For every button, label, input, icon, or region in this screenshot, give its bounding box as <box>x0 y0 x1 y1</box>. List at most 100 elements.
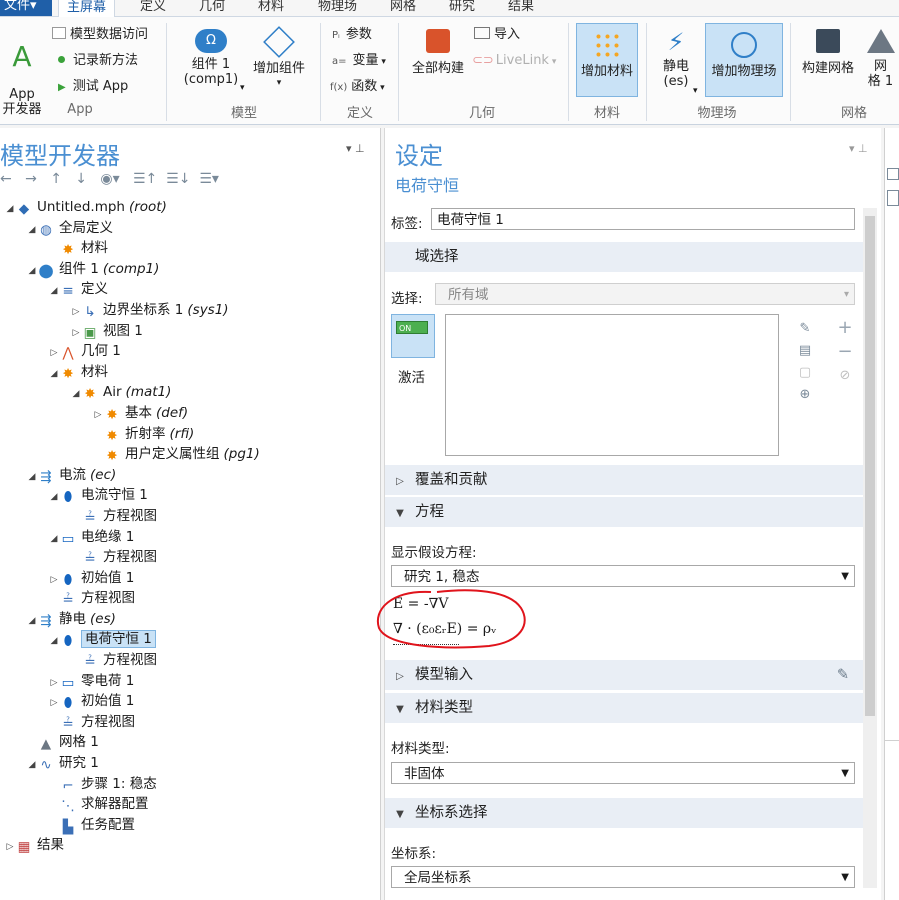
variables-button[interactable]: a= 变量 ▾ <box>332 51 386 71</box>
section-material-type[interactable]: ▼ 材料类型 <box>385 693 863 723</box>
settings-panel-menu-icon[interactable]: ▾ ⊥ <box>849 142 868 155</box>
tab-definitions[interactable]: 定义 <box>140 0 166 16</box>
section-model-input[interactable]: ▷ 模型输入 ✎ <box>385 660 863 690</box>
collapse-arrow-icon[interactable]: ◢ <box>26 755 38 776</box>
zoom-selection-icon[interactable]: ⊕ <box>797 384 813 406</box>
tab-physics[interactable]: 物理场 <box>318 0 357 16</box>
tree-item[interactable]: ◢ ⇶ 静电 (es) <box>0 609 378 630</box>
tree-item[interactable]: ▷ ▦ 结果 <box>0 835 378 856</box>
collapse-arrow-icon[interactable]: ◢ <box>70 384 82 405</box>
forward-icon[interactable]: → <box>25 171 37 187</box>
tree-item[interactable]: ▷ ⬮ 初始值 1 <box>0 691 378 712</box>
file-menu-button[interactable]: 文件▾ <box>0 0 52 16</box>
component-button[interactable]: Ω 组件 1 (comp1) <box>176 27 246 97</box>
back-icon[interactable]: ← <box>0 171 12 187</box>
collapse-arrow-icon[interactable]: ◢ <box>48 364 60 385</box>
tree-item[interactable]: ▲ 网格 1 <box>0 732 378 753</box>
expand-arrow-icon[interactable]: ▷ <box>4 837 16 858</box>
section-override-contribution[interactable]: ▷ 覆盖和贡献 <box>385 465 863 495</box>
livelink-button[interactable]: ⊂⊃ LiveLink ▾ <box>472 51 556 71</box>
selection-dropdown[interactable]: 所有域 ▾ <box>435 283 855 305</box>
settings-scrollbar[interactable] <box>863 208 877 888</box>
tree-item[interactable]: ◢ ◆ Untitled.mph (root) <box>0 197 378 218</box>
clear-selection-icon[interactable]: ▢ <box>797 362 813 384</box>
tree-item[interactable]: ≟ 方程视图 <box>0 547 378 568</box>
component-dropdown-icon[interactable]: ▾ <box>240 83 245 93</box>
add-component-button[interactable]: 增加组件 ▾ <box>248 26 310 97</box>
collapse-arrow-icon[interactable]: ◢ <box>26 611 38 632</box>
app-builder-button[interactable]: A App 开发器 <box>0 27 44 118</box>
remove-selection-icon[interactable]: − <box>837 340 853 364</box>
tree-item[interactable]: ≟ 方程视图 <box>0 588 378 609</box>
section-coordinate-system[interactable]: ▼ 坐标系选择 <box>385 798 863 828</box>
expand-arrow-icon[interactable]: ▷ <box>70 302 82 323</box>
copy-selection-icon[interactable]: ▤ <box>797 340 813 362</box>
collapse-arrow-icon[interactable]: ◢ <box>26 220 38 241</box>
tree-item[interactable]: ✸ 材料 <box>0 238 378 259</box>
section-domain-selection[interactable]: 域选择 <box>385 242 863 272</box>
build-all-button[interactable]: 全部构建 <box>404 27 472 97</box>
collapse-arrow-icon[interactable]: ◢ <box>48 631 60 652</box>
tab-mesh[interactable]: 网格 <box>390 0 416 16</box>
tree-item[interactable]: ◢ ◍ 全局定义 <box>0 218 378 239</box>
settings-scrollbar-thumb[interactable] <box>865 216 875 716</box>
graphics-toolbar-icon[interactable] <box>887 190 899 206</box>
collapse-arrow-icon[interactable]: ◢ <box>26 261 38 282</box>
tree-item[interactable]: ✸ 折射率 (rfi) <box>0 424 378 445</box>
expand-arrow-icon[interactable]: ▷ <box>48 343 60 364</box>
tree-item[interactable]: ▷ ⋀ 几何 1 <box>0 341 378 362</box>
tree-item[interactable]: ▙ 任务配置 <box>0 815 378 836</box>
add-physics-button[interactable]: 增加物理场 <box>705 23 783 97</box>
test-app-button[interactable]: ▶ 测试 App <box>58 77 128 97</box>
tree-item[interactable]: ▷ ⬮ 初始值 1 <box>0 568 378 589</box>
tree-item[interactable]: ▷ ✸ 基本 (def) <box>0 403 378 424</box>
add-selection-icon[interactable]: + <box>837 316 853 340</box>
selection-filter-icon[interactable]: ⊘ <box>837 364 853 388</box>
tree-item[interactable]: ▷ ↳ 边界坐标系 1 (sys1) <box>0 300 378 321</box>
tree-item[interactable]: ◢ ▭ 电绝缘 1 <box>0 527 378 548</box>
record-method-button[interactable]: 记录新方法 <box>58 51 138 71</box>
tab-results[interactable]: 结果 <box>508 0 534 16</box>
tree-item[interactable]: ◢ ✸ 材料 <box>0 362 378 383</box>
tree-item[interactable]: ◢ ✸ Air (mat1) <box>0 382 378 403</box>
tab-study[interactable]: 研究 <box>449 0 475 16</box>
tree-item[interactable]: ◢ ∿ 研究 1 <box>0 753 378 774</box>
expand-arrow-icon[interactable]: ▷ <box>48 673 60 694</box>
model-data-access-button[interactable]: 模型数据访问 <box>52 25 148 45</box>
expand-icon[interactable]: ☰↑ <box>133 171 157 187</box>
collapse-icon[interactable]: ☰↓ <box>166 171 190 187</box>
panel-menu-icon[interactable]: ▾ ⊥ <box>346 142 365 155</box>
tree-item[interactable]: ◢ ⬮ 电荷守恒 1 <box>0 629 378 650</box>
expand-arrow-icon[interactable]: ▷ <box>70 323 82 344</box>
parameters-button[interactable]: Pᵢ 参数 <box>332 25 372 45</box>
material-type-dropdown[interactable]: 非固体 ▼ <box>391 762 855 784</box>
tab-geometry[interactable]: 几何 <box>199 0 225 16</box>
import-button[interactable]: 导入 <box>474 25 520 45</box>
show-icon[interactable]: ◉▾ <box>100 171 119 187</box>
add-material-button[interactable]: 增加材料 <box>576 23 638 97</box>
collapse-arrow-icon[interactable]: ◢ <box>48 281 60 302</box>
tree-item[interactable]: ⌐ 步骤 1: 稳态 <box>0 774 378 795</box>
label-input[interactable]: 电荷守恒 1 <box>431 208 855 230</box>
coordinate-system-dropdown[interactable]: 全局坐标系 ▼ <box>391 866 855 888</box>
tree-options-icon[interactable]: ☰▾ <box>199 171 219 187</box>
tab-materials[interactable]: 材料 <box>258 0 284 16</box>
tree-item[interactable]: ≟ 方程视图 <box>0 506 378 527</box>
tree-item[interactable]: ◢ ⬤ 组件 1 (comp1) <box>0 259 378 280</box>
collapse-arrow-icon[interactable]: ◢ <box>48 529 60 550</box>
tree-item[interactable]: ≟ 方程视图 <box>0 650 378 671</box>
active-toggle-button[interactable]: ON <box>391 314 435 358</box>
tree-item[interactable]: ⋱ 求解器配置 <box>0 794 378 815</box>
tree-item[interactable]: ◢ ≡ 定义 <box>0 279 378 300</box>
tree-item[interactable]: ✸ 用户定义属性组 (pg1) <box>0 444 378 465</box>
expand-arrow-icon[interactable]: ▷ <box>92 405 104 426</box>
mesh-1-button[interactable]: 网 格 1 <box>862 27 899 99</box>
tree-item[interactable]: ≟ 方程视图 <box>0 712 378 733</box>
tree-item[interactable]: ▷ ▭ 零电荷 1 <box>0 671 378 692</box>
build-mesh-button[interactable]: 构建网格 <box>796 27 860 97</box>
expand-arrow-icon[interactable]: ▷ <box>48 570 60 591</box>
tab-home[interactable]: 主屏幕 <box>58 0 116 17</box>
collapse-arrow-icon[interactable]: ◢ <box>4 199 16 220</box>
edit-icon[interactable]: ✎ <box>837 660 849 690</box>
expand-arrow-icon[interactable]: ▷ <box>48 693 60 714</box>
